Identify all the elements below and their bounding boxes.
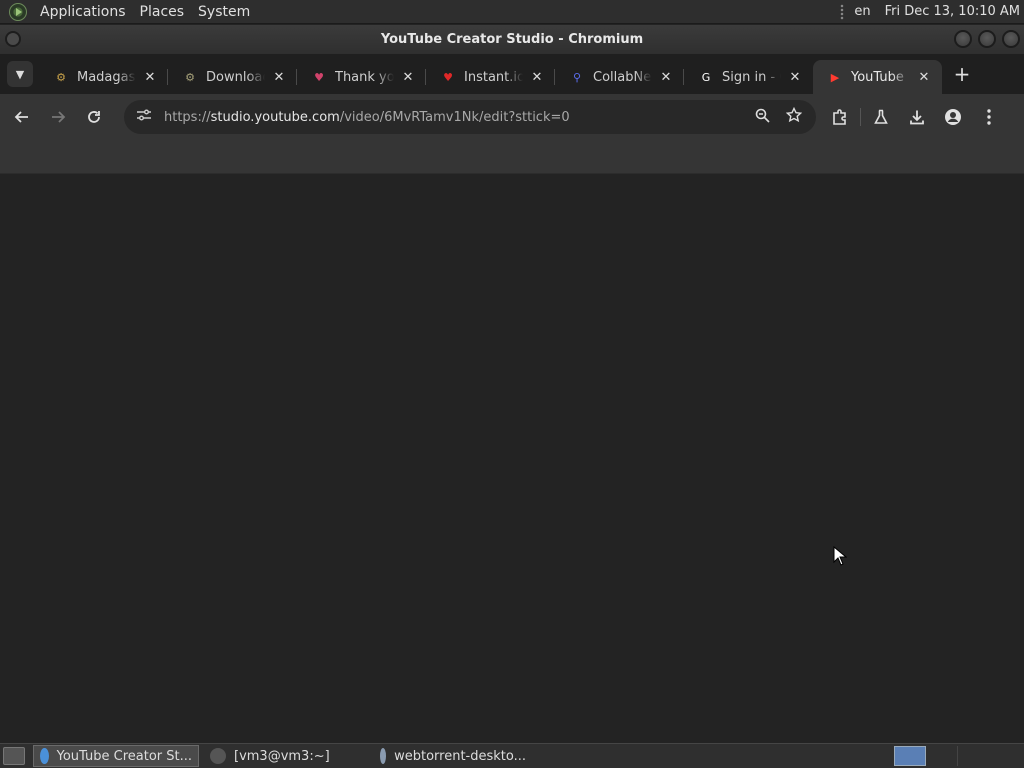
download-icon[interactable] [899,102,935,132]
tab-close-icon[interactable]: ✕ [916,69,932,85]
tab-title: Sign in - G [722,69,781,85]
taskbar-label: webtorrent-deskto... [394,748,526,764]
toolbar-actions [822,102,1007,132]
tab-favicon-icon: ⚲ [572,70,582,84]
panel-menu: Applications Places System [0,0,257,24]
tab-title: CollabNet [593,69,652,85]
tab-favicon-icon: ♥ [314,70,324,84]
show-desktop-icon[interactable] [3,747,25,765]
tab-close-icon[interactable]: ✕ [529,69,545,85]
tab-strip: ▼ ⚙ Madagascar ✕ ⚙ Download ✕ ♥ Thank you ✕ ♥ Inst… [0,54,1024,94]
browser-tab[interactable]: ⚙ Madagascar ✕ [39,60,168,94]
tab-title: Madagascar [77,69,136,85]
arrow-right-icon [52,111,66,123]
bookmarks-bar [0,140,1024,174]
tab-close-icon[interactable]: ✕ [787,69,803,85]
taskbar-app-icon [40,748,49,764]
top-panel: Applications Places System en Fri Dec 13… [0,0,1024,24]
kebab-menu-icon[interactable] [971,102,1007,132]
back-button[interactable] [10,105,34,129]
url-scheme: https:// [164,109,211,125]
mouse-cursor-icon [833,546,847,566]
tab-close-icon[interactable]: ✕ [271,69,287,85]
tab-close-icon[interactable]: ✕ [142,69,158,85]
tab-title: Thank you [335,69,394,85]
window-titlebar[interactable]: YouTube Creator Studio - Chromium [0,25,1024,54]
browser-tab[interactable]: ⚲ CollabNet ✕ [555,60,684,94]
window-menu-icon[interactable] [5,31,21,47]
browser-toolbar: https://studio.youtube.com/video/6MvRTam… [0,94,1024,140]
profile-avatar-icon[interactable] [935,102,971,132]
reload-icon [88,111,100,123]
taskbar-window-button[interactable]: YouTube Creator St... [33,745,199,767]
window-controls [954,30,1020,48]
workspace-1[interactable] [894,746,926,766]
bottom-panel: YouTube Creator St... [vm3@vm3:~] webtorre… [0,743,1024,768]
browser-tab[interactable]: ♥ Thank you ✕ [297,60,426,94]
new-tab-button[interactable]: + [952,62,972,86]
url-path: /video/6MvRTamv1Nk/edit?sttick=0 [339,109,570,125]
tab-favicon-icon: G [701,70,711,84]
labs-flask-icon[interactable] [863,102,899,132]
browser-tab[interactable]: G Sign in - G ✕ [684,60,813,94]
panel-handle-icon [840,3,845,20]
tab-close-icon[interactable]: ✕ [658,69,674,85]
forward-button[interactable] [46,105,70,129]
window-list: YouTube Creator St... [vm3@vm3:~] webtorre… [33,745,537,767]
distro-logo-icon[interactable] [9,2,27,21]
tab-favicon-icon: ⚙ [56,70,66,84]
taskbar-app-icon [380,748,387,764]
tab-title: Download [206,69,265,85]
extensions-icon[interactable] [822,102,858,132]
browser-tab[interactable]: ▶ YouTube ✕ [813,60,942,94]
chevron-down-icon: ▼ [15,67,25,81]
tab-close-icon[interactable]: ✕ [400,69,416,85]
site-info-icon[interactable] [136,108,156,126]
window-title: YouTube Creator Studio - Chromium [380,32,644,47]
keyboard-layout-indicator[interactable]: en [854,4,870,19]
taskbar-label: [vm3@vm3:~] [234,748,330,764]
close-window-button[interactable] [1002,30,1020,48]
browser-tab[interactable]: ♥ Instant.io ✕ [426,60,555,94]
workspace-2[interactable] [926,746,958,766]
taskbar-window-button[interactable]: webtorrent-deskto... [373,745,533,767]
tab-favicon-icon: ⚙ [185,70,195,84]
tab-favicon-icon: ▶ [830,70,840,84]
menu-system[interactable]: System [191,0,257,24]
minimize-button[interactable] [954,30,972,48]
tab-title: Instant.io [464,69,523,85]
taskbar-label: YouTube Creator St... [56,748,192,764]
menu-applications[interactable]: Applications [33,0,133,24]
browser-tab[interactable]: ⚙ Download ✕ [168,60,297,94]
panel-tray: en Fri Dec 13, 10:10 AM [840,0,1024,24]
bookmark-star-icon[interactable] [782,106,806,127]
taskbar-window-button[interactable]: [vm3@vm3:~] [203,745,369,767]
reload-button[interactable] [82,105,106,129]
maximize-button[interactable] [978,30,996,48]
tab-favicon-icon: ♥ [443,70,453,84]
tab-title: YouTube [851,69,904,85]
tab-search-button[interactable]: ▼ [7,61,33,87]
clock[interactable]: Fri Dec 13, 10:10 AM [885,4,1020,19]
zoom-icon[interactable] [750,108,774,127]
url-host: studio.youtube.com [210,109,340,125]
menu-places[interactable]: Places [133,0,192,24]
url-text[interactable]: https://studio.youtube.com/video/6MvRTam… [164,110,570,125]
arrow-left-icon [14,111,28,123]
page-content[interactable] [0,174,1024,743]
toolbar-divider [860,108,861,126]
address-bar[interactable]: https://studio.youtube.com/video/6MvRTam… [124,100,816,134]
taskbar-app-icon [210,748,226,764]
tabs-container: ⚙ Madagascar ✕ ⚙ Download ✕ ♥ Thank you ✕ ♥ Instan… [39,54,942,94]
